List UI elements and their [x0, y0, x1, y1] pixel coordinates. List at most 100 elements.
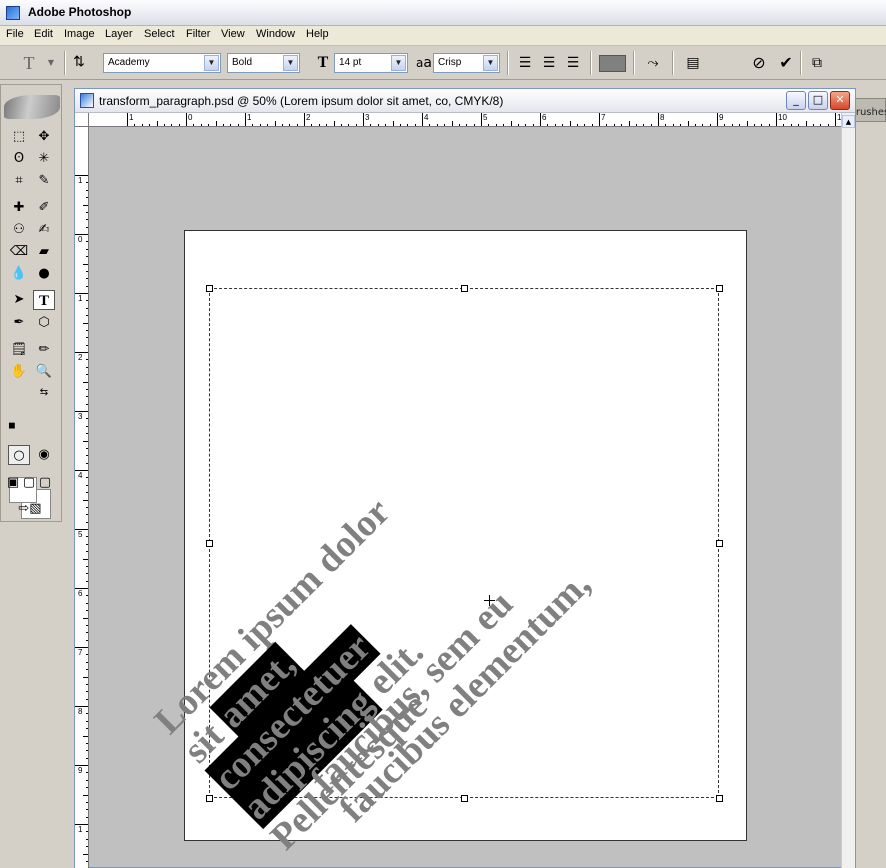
gradient-tool-icon[interactable]: ▰ [33, 242, 55, 262]
ruler-minor-tick [156, 121, 158, 126]
ruler-minor-tick [86, 285, 88, 287]
type-tool-preset-icon[interactable]: T [18, 52, 40, 74]
quick-mask-mode-icon[interactable]: ◉ [33, 445, 55, 465]
shape-tool-icon[interactable]: ⬡ [33, 313, 55, 333]
notes-tool-icon[interactable]: 🗒 [8, 340, 30, 360]
menu-file[interactable]: File [4, 28, 26, 40]
slice-tool-icon[interactable]: ✎ [33, 171, 55, 191]
swap-colors-icon[interactable]: ⇆ [37, 387, 51, 399]
font-style-select[interactable]: Bold ▼ [227, 53, 300, 73]
align-center-icon[interactable]: ☰ [538, 52, 560, 74]
ruler-minor-tick [790, 124, 792, 126]
full-screen-mode-icon[interactable]: ▢ [38, 473, 52, 493]
close-button[interactable]: ✕ [830, 91, 850, 110]
menu-view[interactable]: View [219, 28, 247, 40]
vertical-scrollbar[interactable]: ▲ [841, 113, 855, 868]
antialias-select[interactable]: Crisp ▼ [433, 53, 500, 73]
path-selection-tool-icon[interactable]: ➤ [8, 290, 30, 310]
text-color-swatch[interactable] [599, 55, 626, 72]
ruler-minor-tick [86, 270, 88, 272]
ruler-minor-tick [141, 124, 143, 126]
menu-help[interactable]: Help [304, 28, 331, 40]
dodge-tool-icon[interactable]: ● [33, 264, 55, 284]
character-palette-icon[interactable]: ▤ [682, 52, 704, 74]
text-orientation-icon[interactable]: ⇅ [68, 52, 90, 74]
maximize-button[interactable]: □ [808, 91, 828, 110]
transform-handle-top-right[interactable] [716, 285, 723, 292]
ruler-tick [304, 113, 305, 126]
app-titlebar: Adobe Photoshop [0, 0, 886, 26]
ruler-label: 0 [188, 113, 193, 122]
healing-brush-tool-icon[interactable]: ✚ [8, 198, 30, 218]
ruler-label: 6 [78, 589, 83, 598]
ruler-minor-tick [318, 124, 320, 126]
menu-edit[interactable]: Edit [32, 28, 55, 40]
ruler-label: 1 [78, 294, 83, 303]
ruler-label: 9 [719, 113, 724, 122]
type-tool-icon[interactable]: T [33, 290, 55, 310]
history-brush-tool-icon[interactable]: ✍ [33, 220, 55, 240]
font-size-select[interactable]: 14 pt ▼ [334, 53, 408, 73]
horizontal-ruler[interactable]: 1 0 1 2 3 4 5 6 7 8 9 10 1 [75, 113, 855, 127]
toolbox: ⬚ ✥ ʘ ✳ ⌗ ✎ ✚ ✐ ⚇ ✍ ⌫ ▰ 💧 ● ➤ T ✒ ⬡ 🗒 ✏ … [0, 84, 62, 522]
menu-window[interactable]: Window [254, 28, 297, 40]
blur-tool-icon[interactable]: 💧 [8, 264, 30, 284]
ruler-minor-tick [820, 124, 822, 126]
transform-handle-middle-right[interactable] [716, 540, 723, 547]
menu-layer[interactable]: Layer [103, 28, 135, 40]
chevron-down-icon: ▼ [391, 55, 406, 71]
full-screen-menu-mode-icon[interactable]: ▢ [22, 473, 36, 493]
photoshop-logo-icon [6, 6, 20, 20]
ruler-minor-tick [86, 506, 88, 508]
ruler-minor-tick [86, 779, 88, 781]
ruler-label: 1 [247, 113, 252, 122]
warp-text-icon[interactable]: ⤳ [642, 52, 664, 74]
transform-handle-top-left[interactable] [206, 285, 213, 292]
ruler-minor-tick [473, 124, 475, 126]
standard-screen-mode-icon[interactable]: ▣ [6, 473, 20, 493]
magic-wand-tool-icon[interactable]: ✳ [33, 149, 55, 169]
ruler-minor-tick [768, 124, 770, 126]
pen-tool-icon[interactable]: ✒ [8, 313, 30, 333]
image-canvas[interactable]: Lorem ipsum dolor sit amet, consectetuer… [147, 230, 747, 858]
align-left-icon[interactable]: ☰ [514, 52, 536, 74]
minimize-button[interactable]: _ [786, 91, 806, 110]
brush-tool-icon[interactable]: ✐ [33, 198, 55, 218]
zoom-tool-icon[interactable]: 🔍 [33, 362, 55, 382]
commit-edit-icon[interactable]: ✔ [775, 52, 797, 74]
ruler-label: 1 [78, 825, 83, 834]
default-colors-icon[interactable]: ◼ [6, 421, 18, 433]
ruler-minor-tick [86, 403, 88, 405]
file-browser-icon[interactable]: ⧉ [806, 52, 828, 74]
ruler-minor-tick [86, 713, 88, 715]
ruler-origin[interactable] [75, 113, 89, 127]
transform-handle-middle-left[interactable] [206, 540, 213, 547]
ruler-minor-tick [458, 124, 460, 126]
ruler-minor-tick [562, 124, 564, 126]
menu-select[interactable]: Select [142, 28, 177, 40]
crop-tool-icon[interactable]: ⌗ [8, 171, 30, 191]
move-tool-icon[interactable]: ✥ [33, 127, 55, 147]
clone-stamp-tool-icon[interactable]: ⚇ [8, 220, 30, 240]
menu-filter[interactable]: Filter [184, 28, 212, 40]
transform-handle-top-center[interactable] [461, 285, 468, 292]
scroll-up-arrow-icon[interactable]: ▲ [842, 115, 855, 128]
standard-mode-icon[interactable]: ○ [8, 445, 30, 465]
font-family-select[interactable]: Academy ▼ [103, 53, 221, 73]
cancel-edit-icon[interactable]: ⊘ [748, 52, 770, 74]
align-right-icon[interactable]: ☰ [562, 52, 584, 74]
ruler-minor-tick [613, 124, 615, 126]
ruler-minor-tick [86, 359, 88, 361]
menu-image[interactable]: Image [62, 28, 97, 40]
preset-dropdown-arrow-icon[interactable]: ▼ [40, 52, 62, 74]
transform-handle-bottom-center[interactable] [461, 795, 468, 802]
marquee-tool-icon[interactable]: ⬚ [8, 127, 30, 147]
ruler-minor-tick [86, 698, 88, 700]
lasso-tool-icon[interactable]: ʘ [8, 149, 30, 169]
transform-handle-bottom-right[interactable] [716, 795, 723, 802]
eyedropper-tool-icon[interactable]: ✏ [33, 340, 55, 360]
vertical-ruler[interactable]: 1 0 1 2 3 4 5 6 7 8 9 1 [75, 127, 89, 868]
hand-tool-icon[interactable]: ✋ [8, 362, 30, 382]
jump-to-imageready-icon[interactable]: ⇨▧ [8, 499, 52, 519]
eraser-tool-icon[interactable]: ⌫ [8, 242, 30, 262]
